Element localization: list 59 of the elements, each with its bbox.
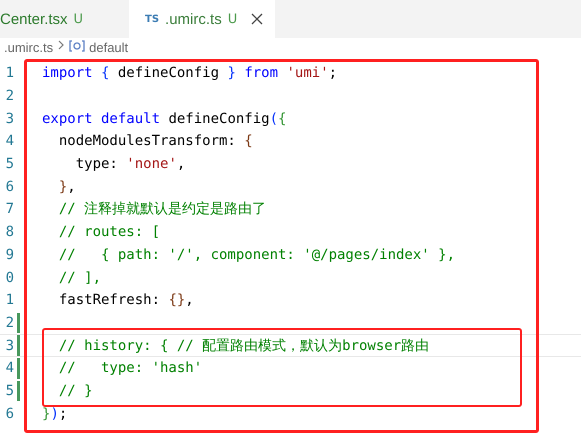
string-token: 'umi': [285, 65, 329, 82]
git-status-label: U: [228, 12, 238, 26]
code-token: type:: [74, 156, 119, 172]
bracket-token: (: [270, 110, 278, 127]
punctuation-token: ;: [328, 65, 338, 82]
bracket-token: {}: [168, 292, 186, 308]
line-number: 3: [4, 110, 14, 127]
bracket-token: {: [278, 110, 286, 127]
file-type-label: TS: [145, 14, 160, 24]
line-number: 8: [4, 224, 14, 240]
comment-text: // routes: [: [58, 224, 160, 240]
keyword-token: export default: [42, 110, 160, 127]
tab-label: Center.tsx: [0, 10, 68, 28]
string-token: 'none': [126, 156, 177, 172]
chevron-right-icon: [57, 40, 66, 50]
code-token: fastRefresh:: [58, 292, 162, 308]
close-icon[interactable]: [251, 13, 264, 25]
punctuation-token: ;: [58, 406, 68, 422]
keyword-token: from: [243, 65, 278, 82]
bracket-token: ): [50, 406, 59, 422]
line-number: 6: [4, 406, 14, 422]
line-number: 2: [4, 88, 14, 104]
line-number: 7: [4, 201, 14, 218]
punctuation-token: ,: [67, 178, 76, 195]
punctuation-token: ,: [176, 156, 186, 172]
tab-label: .umirc.ts: [165, 10, 222, 28]
symbol-icon: [69, 40, 86, 52]
line-number: 4: [4, 133, 14, 150]
line-number: 2: [4, 314, 14, 331]
line-number: 9: [4, 246, 14, 263]
line-number: 1: [4, 65, 14, 82]
bracket-token: }: [227, 65, 236, 82]
punctuation-token: ,: [185, 292, 194, 308]
editor-tab[interactable]: TS .umirc.ts U: [129, 0, 276, 38]
comment-text: // type: 'hash': [58, 360, 202, 376]
code-token: nodeModulesTransform:: [58, 133, 237, 150]
breadcrumb-item[interactable]: .umirc.ts: [4, 40, 54, 55]
comment-text: // { path: '/', component: '@/pages/index' },: [58, 246, 456, 263]
bracket-token: {: [100, 65, 110, 82]
comment-text: // history: { // 配置路由模式，默认为browser路由: [58, 338, 430, 354]
bracket-token: }: [42, 406, 50, 422]
line-number: 5: [4, 156, 14, 172]
code-token: defineConfig: [167, 110, 270, 127]
comment-text: // ],: [58, 270, 102, 286]
line-number: 0: [4, 270, 14, 286]
comment-text: // }: [58, 382, 93, 399]
keyword-token: import: [42, 65, 93, 82]
line-number: 3: [4, 338, 14, 354]
bracket-token: }: [58, 178, 68, 195]
breadcrumb-item[interactable]: default: [89, 40, 128, 55]
line-number: 4: [4, 360, 14, 376]
line-number: 5: [4, 382, 14, 399]
bracket-token: {: [244, 133, 253, 150]
editor-tab[interactable]: Center.tsx U: [0, 0, 117, 38]
line-number: 1: [4, 292, 14, 308]
code-token: defineConfig: [116, 65, 220, 82]
git-status-label: U: [74, 12, 84, 26]
comment-text: // 注释掉就默认是约定是路由了: [58, 201, 266, 218]
line-number: 6: [4, 178, 14, 195]
